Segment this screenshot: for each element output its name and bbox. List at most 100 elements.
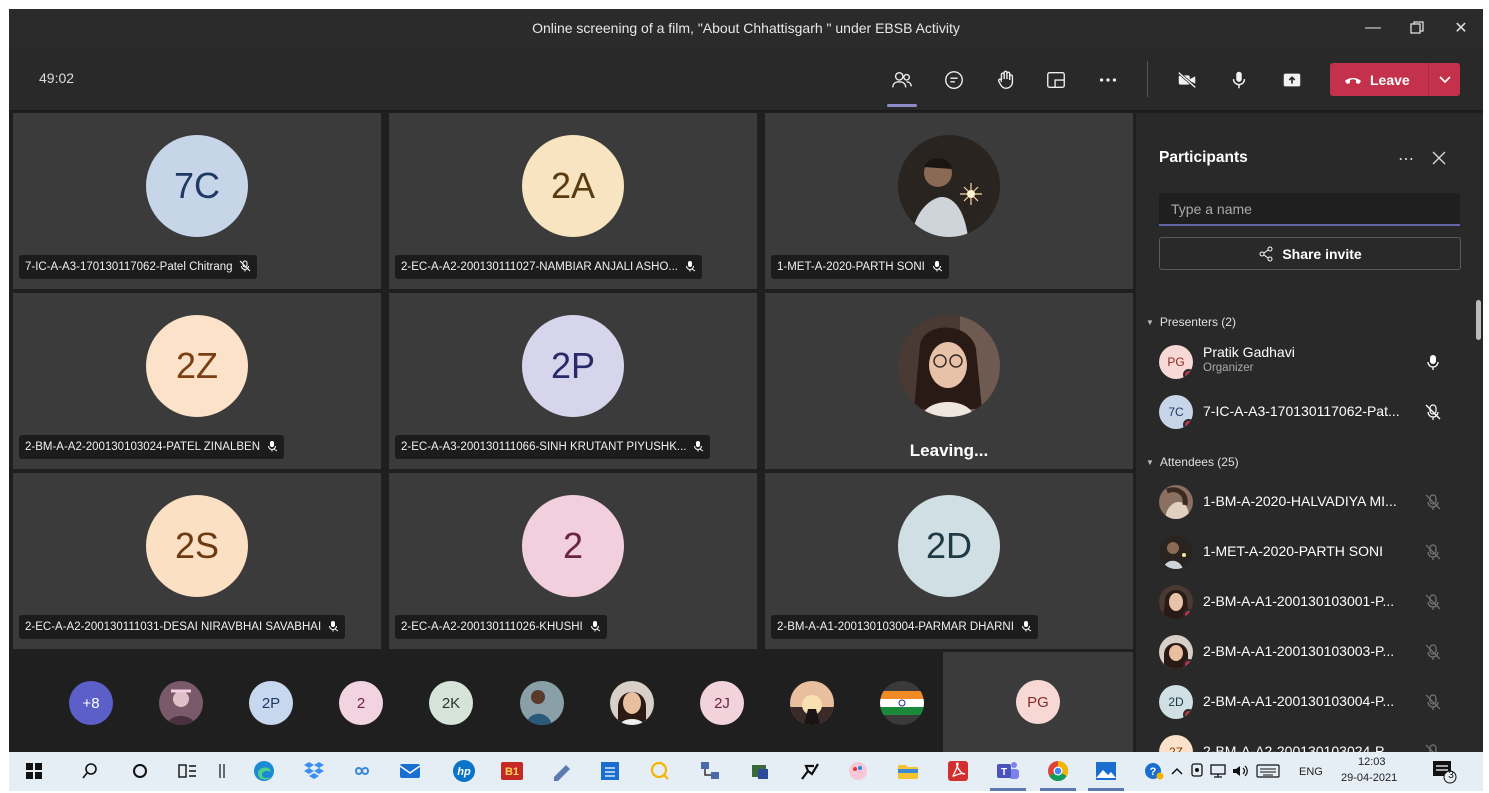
notification-center-icon[interactable]: 3 (1431, 758, 1457, 784)
minimize-icon[interactable]: — (1351, 9, 1395, 47)
participant-name: 2-BM-A-A1-200130103004-P... (1203, 693, 1395, 709)
close-icon[interactable]: ✕ (1439, 9, 1483, 47)
teams-active-indicator (990, 788, 1026, 791)
self-video-tile[interactable]: PG (943, 652, 1133, 752)
presence-badge (1183, 369, 1193, 379)
presence-badge (1183, 659, 1193, 669)
participant-row[interactable]: 2Z 2-BM-A-A2-200130103024-P... (1159, 733, 1459, 752)
file-explorer-icon[interactable] (895, 758, 921, 784)
dropbox-icon[interactable] (301, 758, 327, 784)
panel-close-icon[interactable] (1432, 151, 1446, 170)
participant-row[interactable]: 1-BM-A-2020-HALVADIYA MI... (1159, 483, 1459, 523)
presence-badge (1183, 609, 1193, 619)
strip-photo-avatar[interactable] (610, 681, 654, 725)
chrome-active-indicator (1040, 788, 1076, 791)
participant-tile[interactable]: 2A 2-EC-A-A2-200130111027-NAMBIAR ANJALI… (389, 113, 757, 289)
share-screen-icon[interactable] (1277, 65, 1307, 95)
photos-icon[interactable] (1093, 758, 1119, 784)
strip-photo-avatar[interactable] (159, 681, 203, 725)
participant-row[interactable]: 2-BM-A-A1-200130103003-P... (1159, 633, 1459, 673)
microphone-icon[interactable] (1224, 65, 1254, 95)
teams-icon[interactable]: T (995, 758, 1021, 784)
participant-photo-avatar (1159, 635, 1193, 669)
restore-icon[interactable] (1395, 9, 1439, 47)
hp-icon[interactable]: hp (451, 758, 477, 784)
mic-muted-icon (239, 260, 251, 275)
participant-tile[interactable]: Leaving... (765, 293, 1133, 469)
strip-photo-avatar[interactable] (520, 681, 564, 725)
participants-active-indicator (887, 104, 917, 107)
participant-tile[interactable]: 2 2-EC-A-A2-200130111026-KHUSHI (389, 473, 757, 649)
acrobat-icon[interactable] (945, 758, 971, 784)
avatar-initials: PG (1027, 693, 1049, 711)
presenters-section-header[interactable]: ▼ Presenters (2) (1146, 315, 1236, 329)
share-invite-button[interactable]: Share invite (1159, 237, 1461, 270)
more-participants-button[interactable]: +8 (69, 681, 113, 725)
participant-tile[interactable]: 2P 2-EC-A-A3-200130111066-SINH KRUTANT P… (389, 293, 757, 469)
strip-avatar[interactable]: 2P (249, 681, 293, 725)
panel-more-icon[interactable]: ⋯ (1398, 149, 1414, 169)
strip-avatar[interactable]: 2J (700, 681, 744, 725)
rooms-icon[interactable] (1041, 65, 1071, 95)
participant-name: 2-BM-A-A1-200130103004-PARMAR DHARNI (777, 621, 1014, 633)
participant-tile[interactable]: 2Z 2-BM-A-A2-200130103024-PATEL ZINALBEN (13, 293, 381, 469)
leave-button[interactable]: Leave (1330, 63, 1460, 96)
strip-photo-avatar[interactable] (790, 681, 834, 725)
qpdf-icon[interactable] (647, 758, 673, 784)
edge-icon[interactable] (251, 758, 277, 784)
strip-avatar[interactable]: 2 (339, 681, 383, 725)
runner-app-icon[interactable] (797, 758, 823, 784)
participant-tile[interactable]: 7C 7-IC-A-A3-170130117062-Patel Chitrang (13, 113, 381, 289)
calculator-icon[interactable] (597, 758, 623, 784)
b1-app-icon[interactable]: B1 (499, 758, 525, 784)
paint-app-icon[interactable] (845, 758, 871, 784)
avatar-initials: 2K (441, 694, 461, 712)
share-icon (1259, 246, 1273, 261)
input-language[interactable]: ENG (1299, 766, 1323, 778)
participant-row[interactable]: 2D 2-BM-A-A1-200130103004-P... (1159, 683, 1459, 723)
panel-title: Participants (1159, 149, 1248, 166)
participant-tile[interactable]: 2D 2-BM-A-A1-200130103004-PARMAR DHARNI (765, 473, 1133, 649)
participant-name: 2-EC-A-A2-200130111027-NAMBIAR ANJALI AS… (401, 261, 678, 273)
tools-app-icon[interactable] (747, 758, 773, 784)
participant-row[interactable]: PG Pratik Gadhavi Organizer (1159, 343, 1459, 383)
clock-time[interactable]: 12:03 (1358, 756, 1386, 768)
participants-icon[interactable] (887, 65, 917, 95)
mic-icon (692, 440, 704, 455)
notes-app-icon[interactable] (549, 758, 575, 784)
cortana-icon[interactable] (127, 758, 153, 784)
camera-off-icon[interactable] (1172, 65, 1202, 95)
svg-text:hp: hp (457, 766, 471, 778)
more-options-icon[interactable] (1093, 65, 1123, 95)
chat-icon[interactable] (939, 65, 969, 95)
participant-avatar: 2D (898, 495, 1000, 597)
strip-avatar[interactable]: 2K (429, 681, 473, 725)
participant-name: 2-EC-A-A3-200130111066-SINH KRUTANT PIYU… (401, 441, 687, 453)
task-view-icon[interactable] (175, 758, 201, 784)
search-icon[interactable] (77, 758, 103, 784)
svg-text:T: T (1001, 767, 1007, 778)
participant-tile[interactable]: 2S 2-EC-A-A2-200130111031-DESAI NIRAVBHA… (13, 473, 381, 649)
leave-main[interactable]: Leave (1330, 72, 1428, 88)
more-count: +8 (82, 694, 100, 712)
clock-date[interactable]: 29-04-2021 (1341, 772, 1397, 784)
participant-search-input[interactable] (1159, 193, 1460, 226)
leave-options-chevron-icon[interactable] (1429, 75, 1460, 84)
strip-flag-avatar[interactable] (880, 681, 924, 725)
raise-hand-icon[interactable] (991, 65, 1021, 95)
panel-scrollbar[interactable] (1476, 300, 1481, 340)
participant-row[interactable]: 7C 7-IC-A-A3-170130117062-Pat... (1159, 393, 1459, 433)
participant-row[interactable]: 1-MET-A-2020-PARTH SONI (1159, 533, 1459, 573)
participant-row[interactable]: 2-BM-A-A1-200130103001-P... (1159, 583, 1459, 623)
participant-tile[interactable]: 1-MET-A-2020-PARTH SONI (765, 113, 1133, 289)
volume-icon[interactable] (1228, 758, 1254, 784)
mic-off-icon (1424, 593, 1442, 611)
network-app-icon[interactable] (697, 758, 723, 784)
chrome-icon[interactable] (1045, 758, 1071, 784)
mail-icon[interactable] (397, 758, 423, 784)
windows-start-icon[interactable] (21, 758, 47, 784)
mic-icon (327, 620, 339, 635)
attendees-section-header[interactable]: ▼ Attendees (25) (1146, 455, 1239, 469)
keyboard-icon[interactable] (1255, 758, 1281, 784)
infinity-app-icon[interactable] (349, 758, 375, 784)
